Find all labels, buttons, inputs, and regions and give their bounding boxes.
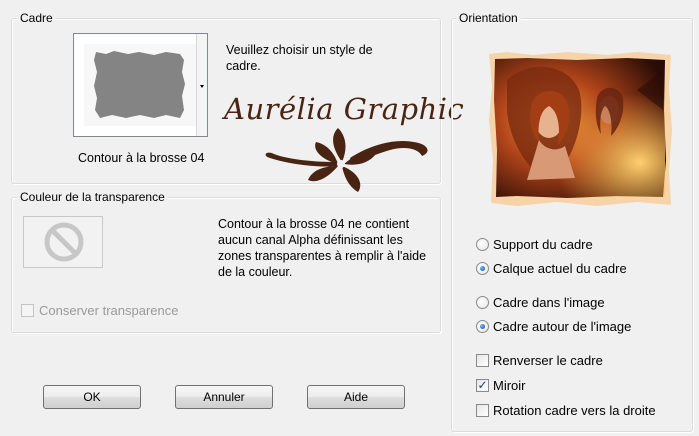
cadre-autour-image-label[interactable]: Cadre autour de l'image <box>493 319 631 334</box>
frame-instruction: Veuillez choisir un style de cadre. <box>226 43 373 73</box>
no-symbol-icon <box>44 222 84 262</box>
frame-group-legend: Cadre <box>17 11 56 25</box>
frame-style-picker[interactable] <box>73 33 208 137</box>
calque-actuel-radio[interactable] <box>476 262 489 275</box>
frame-style-thumbnail <box>84 44 196 126</box>
rotation-droite-checkbox[interactable] <box>476 404 489 417</box>
keep-transparency-label[interactable]: Conserver transparence <box>39 303 178 318</box>
transparency-description: Contour à la brosse 04 ne contient aucun… <box>218 217 427 279</box>
cadre-dans-image-radio[interactable] <box>476 296 489 309</box>
help-button[interactable]: Aide <box>307 385 405 409</box>
aurelia-graphic-watermark: Aurélia Graphic <box>218 86 464 206</box>
rotation-droite-label[interactable]: Rotation cadre vers la droite <box>493 403 656 418</box>
support-du-cadre-label[interactable]: Support du cadre <box>493 237 593 252</box>
transparency-group-legend: Couleur de la transparence <box>17 190 168 204</box>
renverser-cadre-checkbox[interactable] <box>476 354 489 367</box>
checkmark-icon: ✓ <box>477 378 488 392</box>
miroir-label[interactable]: Miroir <box>493 378 526 393</box>
cadre-autour-image-radio[interactable] <box>476 320 489 333</box>
orientation-preview-image <box>487 50 673 208</box>
renverser-cadre-label[interactable]: Renverser le cadre <box>493 353 603 368</box>
orientation-group-legend: Orientation <box>456 11 521 25</box>
support-du-cadre-radio[interactable] <box>476 238 489 251</box>
miroir-checkbox[interactable]: ✓ <box>476 379 489 392</box>
chevron-down-icon <box>200 85 204 88</box>
brush-frame-preview <box>94 51 185 118</box>
cancel-button[interactable]: Annuler <box>175 385 273 409</box>
keep-transparency-checkbox[interactable] <box>21 304 34 317</box>
dropdown-arrow-strip[interactable] <box>196 34 207 136</box>
framed-fantasy-portrait-image <box>489 52 672 206</box>
ok-button[interactable]: OK <box>43 385 141 409</box>
transparency-color-swatch <box>23 216 103 268</box>
cadre-dans-image-label[interactable]: Cadre dans l'image <box>493 295 605 310</box>
calque-actuel-label[interactable]: Calque actuel du cadre <box>493 261 627 276</box>
frame-style-name: Contour à la brosse 04 <box>78 151 205 165</box>
flower-ornament-icon <box>265 128 428 192</box>
